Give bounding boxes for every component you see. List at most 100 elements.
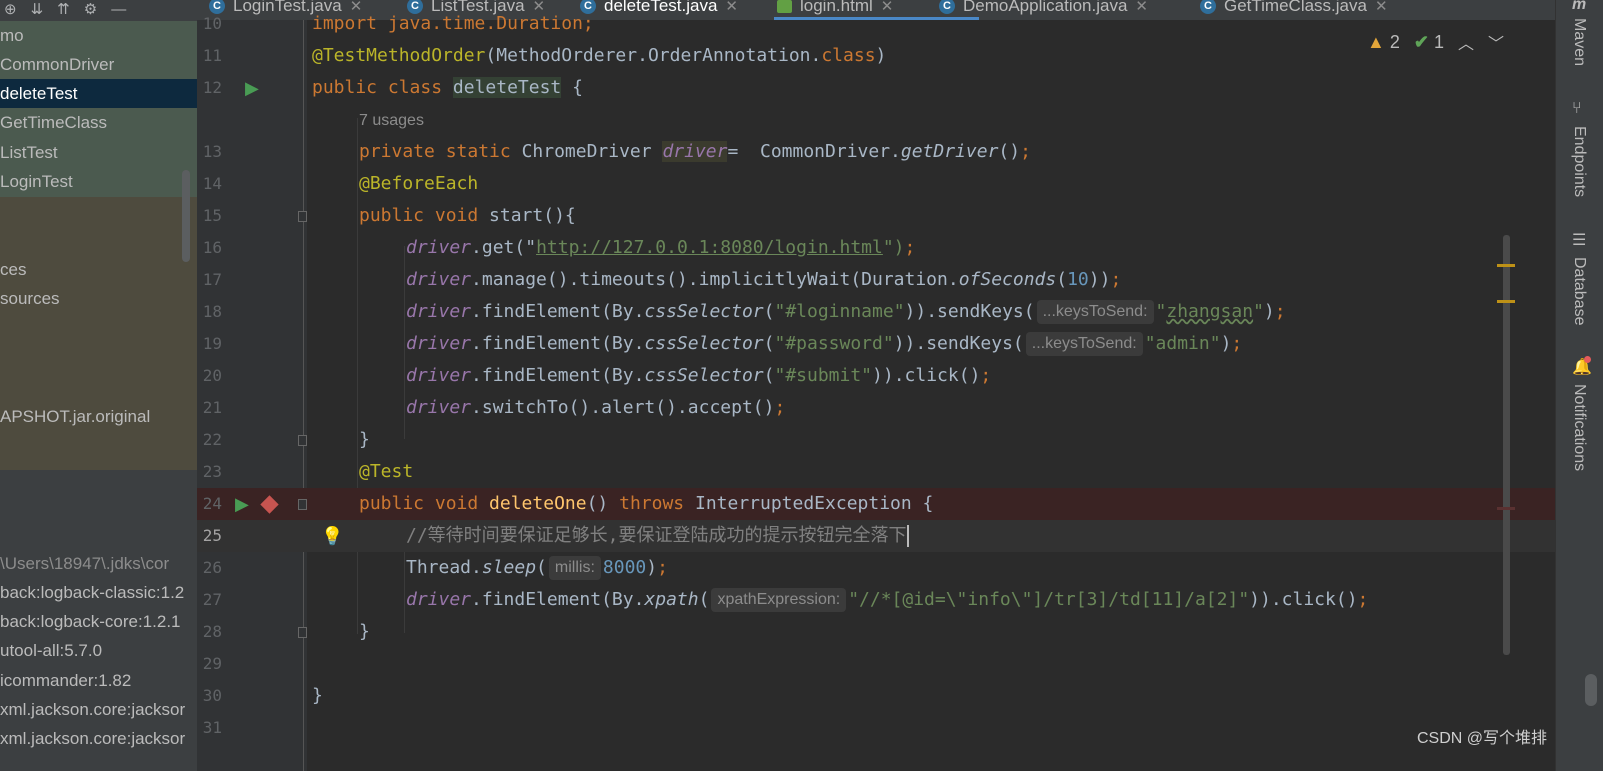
- fold-toggle-icon[interactable]: [298, 211, 307, 222]
- warning-marker[interactable]: [1497, 264, 1515, 267]
- endpoints-tool-tab[interactable]: Endpoints: [1570, 126, 1588, 197]
- code-text: }: [312, 680, 323, 712]
- previous-highlight-icon[interactable]: ︿: [1458, 30, 1474, 54]
- library-item[interactable]: \Users\18947\.jdks\cor: [0, 549, 197, 579]
- code-text: }: [359, 424, 370, 456]
- library-item[interactable]: xml.jackson.core:jacksor: [0, 724, 197, 754]
- library-item[interactable]: xml.jackson.core:jacksor: [0, 695, 197, 725]
- fold-toggle-icon[interactable]: [298, 627, 307, 638]
- library-item[interactable]: icommander:1.82: [0, 666, 197, 696]
- warning-marker[interactable]: [1497, 300, 1515, 303]
- window-scrollbar[interactable]: [1585, 674, 1597, 706]
- parameter-hint: xpathExpression:: [711, 588, 847, 612]
- project-panel: ⊕ ⇊ ⇈ ⚙ — mo CommonDriver deleteTest Get…: [0, 0, 197, 771]
- line-number: 18: [202, 302, 222, 321]
- tree-item[interactable]: CommonDriver: [0, 50, 197, 80]
- annotation: @BeforeEach: [359, 173, 479, 194]
- maven-tool-tab[interactable]: Maven: [1570, 18, 1588, 66]
- fold-toggle-icon[interactable]: [298, 499, 307, 510]
- string: "#submit": [774, 365, 873, 386]
- code-editor[interactable]: 10 import java.time.Duration; 11 @TestMe…: [197, 13, 1555, 771]
- code-token: (MethodOrderer.OrderAnnotation.: [485, 45, 822, 66]
- code-text: @BeforeEach: [359, 168, 478, 200]
- weak-warnings-indicator[interactable]: ✔ 1: [1414, 32, 1444, 53]
- collapse-all-icon[interactable]: ⇈: [57, 2, 70, 17]
- run-test-icon[interactable]: ▶: [235, 495, 249, 513]
- gear-icon[interactable]: ⚙: [84, 2, 97, 17]
- lightbulb-icon[interactable]: 💡: [321, 527, 343, 545]
- endpoints-icon[interactable]: ⑂: [1572, 100, 1582, 118]
- code-line: 27 driver.findElement(By.xpath(xpathExpr…: [197, 584, 1555, 616]
- database-icon[interactable]: ☰: [1572, 230, 1586, 250]
- notification-badge: [1584, 356, 1591, 363]
- breakpoint-marker[interactable]: [1497, 507, 1515, 510]
- line-number: 17: [202, 270, 222, 289]
- string: "): [882, 237, 905, 258]
- code-text: import java.time.Duration;: [312, 8, 594, 40]
- code-line: 21 driver.switchTo().alert().accept();: [197, 392, 1555, 424]
- code-line: 15 public void start(){: [197, 200, 1555, 232]
- run-test-icon[interactable]: ▶: [245, 79, 259, 97]
- tree-item[interactable]: mo: [0, 21, 197, 51]
- number: 10: [1067, 269, 1089, 290]
- maven-icon[interactable]: m: [1572, 0, 1586, 14]
- string: "#loginname": [774, 301, 905, 322]
- code-line: 16 driver.get("http://127.0.0.1:8080/log…: [197, 232, 1555, 264]
- code-token: .get(": [471, 237, 537, 258]
- code-text: @Test: [359, 456, 413, 488]
- inspection-widget[interactable]: ▲ 2 ✔ 1 ︿ ﹀: [1367, 30, 1504, 54]
- url-link[interactable]: http://127.0.0.1:8080/login.html: [536, 237, 883, 258]
- field-name: driver: [406, 269, 472, 290]
- usages-label[interactable]: 7 usages: [359, 112, 424, 129]
- keyword: import java.time.Duration;: [312, 13, 594, 34]
- code-token: InterruptedException {: [684, 493, 934, 514]
- code-token: .findElement(By.: [471, 301, 645, 322]
- breakpoint-icon[interactable]: [260, 495, 279, 514]
- code-token: )).click(): [1249, 589, 1358, 610]
- code-text: @TestMethodOrder(MethodOrderer.OrderAnno…: [312, 40, 886, 72]
- tree-item-selected[interactable]: deleteTest: [0, 79, 197, 109]
- tree-item[interactable]: LoginTest: [0, 167, 197, 197]
- static-method: sleep: [481, 557, 537, 578]
- library-item[interactable]: back:logback-core:1.2.1: [0, 607, 197, 637]
- keyword: public void: [359, 493, 490, 514]
- code-line: 19 driver.findElement(By.cssSelector("#p…: [197, 328, 1555, 360]
- code-line: 12 ▶ public class deleteTest {: [197, 72, 1555, 104]
- number: 8000: [602, 557, 647, 578]
- tree-item[interactable]: GetTimeClass: [0, 108, 197, 138]
- code-token: }: [312, 685, 323, 706]
- expand-all-icon[interactable]: ⇊: [31, 2, 44, 17]
- code-line: 11 @TestMethodOrder(MethodOrderer.OrderA…: [197, 40, 1555, 72]
- fold-toggle-icon[interactable]: [298, 435, 307, 446]
- code-token: )).sendKeys(: [893, 333, 1024, 354]
- tree-item[interactable]: APSHOT.jar.original: [0, 402, 197, 432]
- database-tool-tab[interactable]: Database: [1570, 257, 1588, 326]
- line-number: 28: [202, 622, 222, 641]
- usages-hint[interactable]: 7 usages: [359, 104, 424, 137]
- code-token: ): [646, 557, 658, 578]
- keyword: public class: [312, 77, 453, 98]
- tree-scrollbar[interactable]: [182, 170, 190, 262]
- warnings-indicator[interactable]: ▲ 2: [1367, 32, 1400, 53]
- tree-item[interactable]: ces: [0, 255, 197, 285]
- tree-item[interactable]: sources: [0, 284, 197, 314]
- field-name: driver: [406, 333, 472, 354]
- line-number: 19: [202, 334, 222, 353]
- parameter-hint: millis:: [548, 556, 601, 580]
- code-token: .findElement(By.: [471, 589, 645, 610]
- notifications-tool-tab[interactable]: Notifications: [1570, 384, 1588, 471]
- library-item[interactable]: utool-all:5.7.0: [0, 636, 197, 666]
- field-name: driver: [662, 141, 728, 162]
- line-number: 31: [202, 718, 222, 737]
- field-name: driver: [406, 397, 472, 418]
- line-number: 16: [202, 238, 222, 257]
- semicolon: ;: [1110, 269, 1122, 290]
- code-text: driver.findElement(By.cssSelector("#subm…: [406, 360, 991, 392]
- library-item[interactable]: back:logback-classic:1.2: [0, 578, 197, 608]
- tree-item[interactable]: ListTest: [0, 138, 197, 168]
- locate-icon[interactable]: ⊕: [4, 2, 17, 17]
- error-stripe[interactable]: [1497, 20, 1517, 771]
- weak-warnings-count: 1: [1433, 31, 1444, 52]
- code-token: (): [586, 493, 620, 514]
- minimize-icon[interactable]: —: [111, 2, 126, 17]
